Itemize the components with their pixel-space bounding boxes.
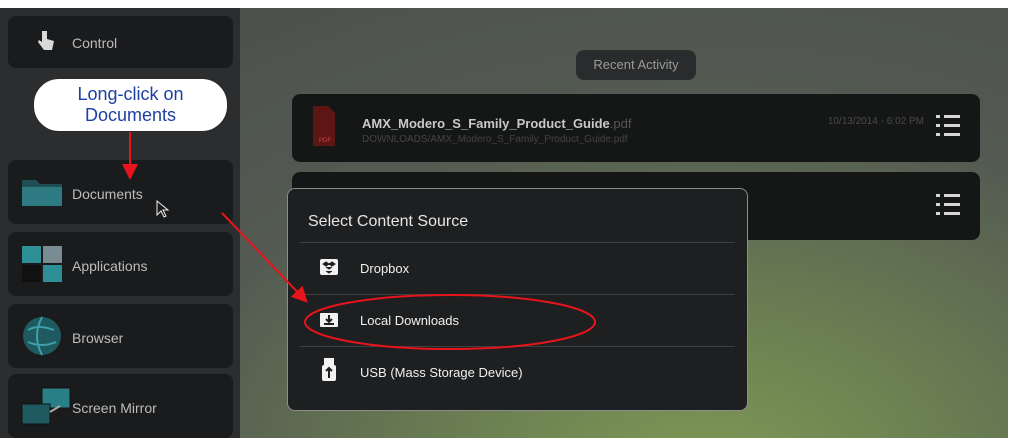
dialog-title: Select Content Source	[308, 213, 469, 230]
list-menu-icon[interactable]	[936, 194, 960, 216]
option-usb[interactable]: USB (Mass Storage Device)	[300, 347, 735, 397]
sidebar-item-browser[interactable]: Browser	[8, 304, 233, 368]
sidebar: Control Documents Applications Browser S…	[0, 8, 240, 438]
annotation-callout: Long-click on Documents	[33, 78, 228, 132]
option-local-downloads[interactable]: Local Downloads	[300, 295, 735, 345]
sidebar-item-screen-mirror[interactable]: Screen Mirror	[8, 374, 233, 438]
sidebar-item-label: Documents	[72, 186, 143, 202]
sidebar-item-applications[interactable]: Applications	[8, 232, 233, 296]
globe-icon	[20, 314, 64, 361]
sidebar-item-label: Control	[72, 35, 118, 51]
mouse-cursor-icon	[156, 199, 170, 221]
apps-grid-icon	[20, 244, 64, 287]
recent-activity-row[interactable]: PDF AMX_Modero_S_Family_Product_Guide.pd…	[292, 94, 980, 162]
recent-activity-header: Recent Activity	[576, 50, 696, 80]
list-menu-icon[interactable]	[936, 115, 960, 137]
sidebar-item-label: Browser	[72, 330, 124, 346]
usb-icon	[319, 357, 339, 388]
tablet-screen: Control Documents Applications Browser S…	[0, 8, 1008, 438]
file-name: AMX_Modero_S_Family_Product_Guide.pdf	[362, 116, 632, 131]
sidebar-item-label: Applications	[72, 258, 148, 274]
screen-mirror-icon	[20, 384, 72, 431]
folder-icon	[20, 176, 64, 211]
pdf-file-icon: PDF	[312, 104, 336, 153]
sidebar-item-label: Screen Mirror	[72, 400, 157, 416]
sidebar-item-documents[interactable]: Documents	[8, 160, 233, 224]
hand-pointer-icon	[36, 29, 56, 56]
file-path: DOWNLOADS/AMX_Modero_S_Family_Product_Gu…	[362, 134, 628, 145]
select-content-source-dialog: Select Content Source Dropbox Local Down…	[287, 188, 748, 411]
dropbox-icon	[319, 255, 339, 282]
option-label: Dropbox	[360, 261, 410, 276]
file-date: 10/13/2014 - 6:02 PM	[827, 116, 924, 127]
svg-text:PDF: PDF	[319, 138, 331, 144]
option-dropbox[interactable]: Dropbox	[300, 243, 735, 293]
option-label: USB (Mass Storage Device)	[360, 365, 523, 380]
option-label: Local Downloads	[360, 313, 460, 328]
sidebar-item-control[interactable]: Control	[8, 16, 233, 68]
download-icon	[319, 307, 339, 334]
